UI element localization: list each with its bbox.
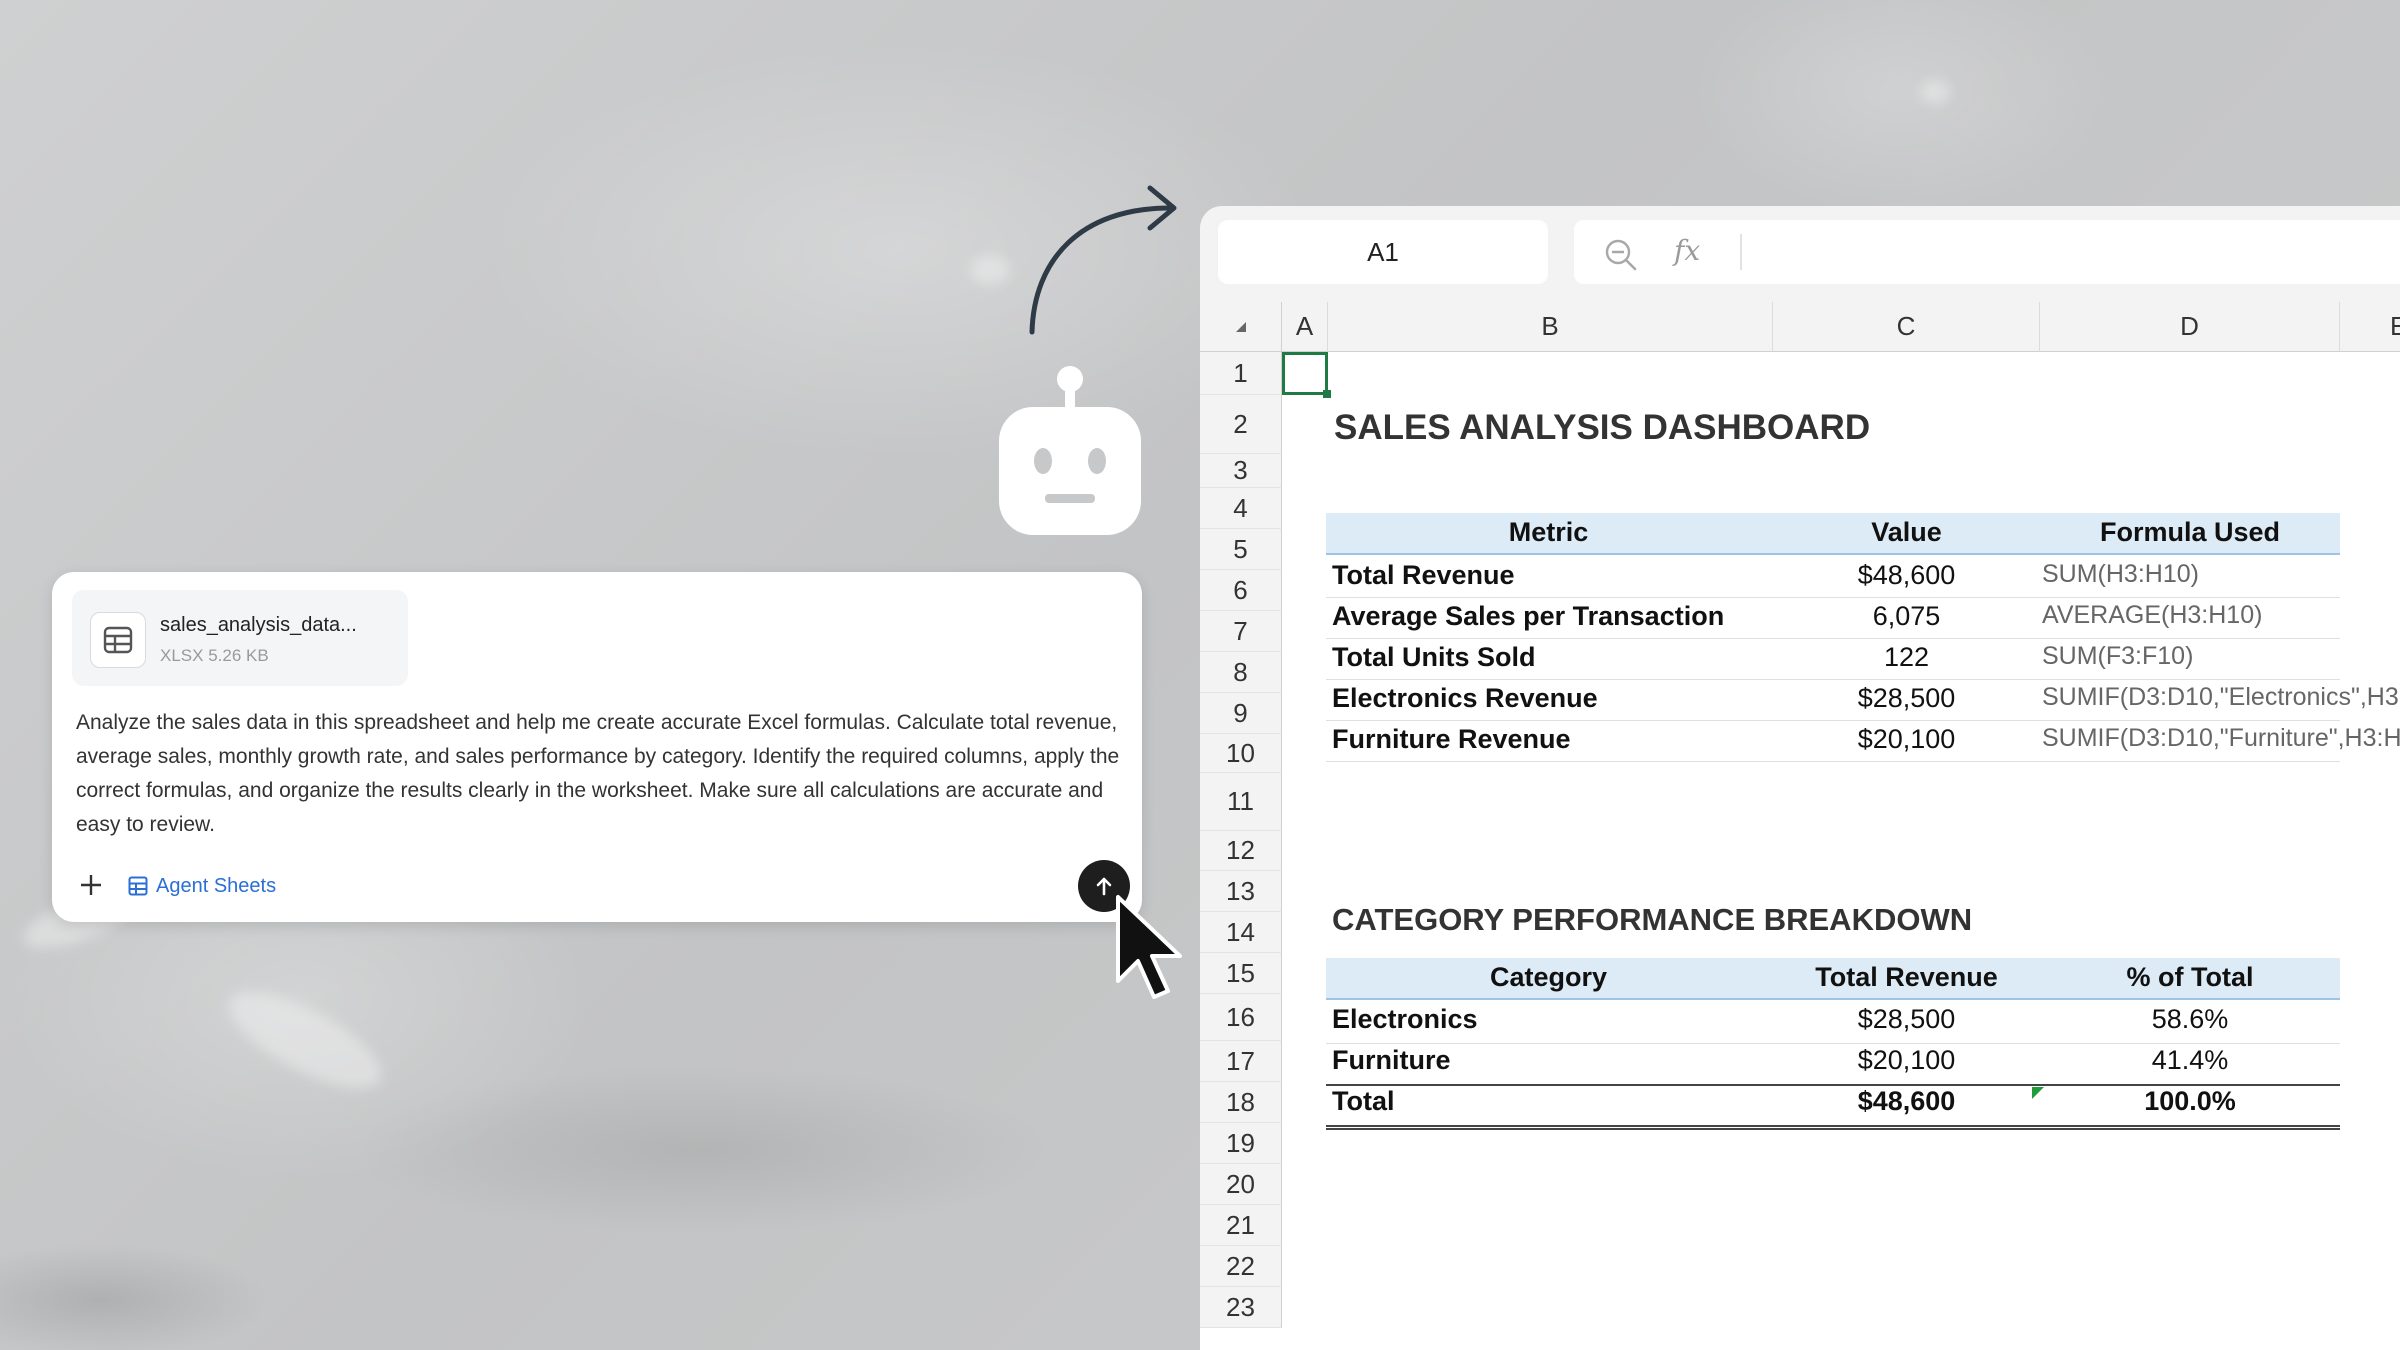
- metrics-header-formula: Formula Used: [2099, 517, 2281, 547]
- spreadsheet-file-icon: [90, 612, 146, 668]
- category-cell[interactable]: Furniture: [1332, 1045, 1451, 1076]
- metric-value-cell[interactable]: $48,600: [1773, 560, 2040, 591]
- zoom-out-icon[interactable]: [1604, 238, 1638, 272]
- category-header-pct: % of Total: [2126, 962, 2254, 992]
- row-header-13[interactable]: 13: [1200, 871, 1282, 912]
- metric-formula-cell[interactable]: SUM(H3:H10): [2042, 560, 2400, 589]
- category-pct-cell[interactable]: 58.6%: [2040, 1004, 2340, 1035]
- row-header-22[interactable]: 22: [1200, 1246, 1282, 1287]
- column-header-e[interactable]: E: [2340, 302, 2400, 352]
- file-attachment[interactable]: sales_analysis_data... XLSX 5.26 KB: [72, 590, 408, 686]
- row-divider: [1326, 597, 2340, 598]
- total-label-cell[interactable]: Total: [1332, 1086, 1395, 1117]
- fx-icon[interactable]: fx: [1674, 234, 1700, 267]
- agent-sheets-label: Agent Sheets: [156, 874, 277, 897]
- category-header-category: Category: [1489, 962, 1608, 992]
- selected-cell-a1[interactable]: [1282, 352, 1328, 395]
- metric-formula-cell[interactable]: SUMIF(D3:D10,"Electronics",H3:H10): [2042, 683, 2400, 712]
- row-header-7[interactable]: 7: [1200, 611, 1282, 652]
- row-header-23[interactable]: 23: [1200, 1287, 1282, 1328]
- row-header-17[interactable]: 17: [1200, 1041, 1282, 1082]
- metric-value-cell[interactable]: $20,100: [1773, 724, 2040, 755]
- row-divider: [1326, 679, 2340, 680]
- total-bottom-border: [1326, 1125, 2340, 1130]
- metric-name-cell[interactable]: Total Revenue: [1332, 560, 1772, 591]
- total-pct-cell[interactable]: 100.0%: [2040, 1086, 2340, 1117]
- fill-handle[interactable]: [1323, 390, 1331, 398]
- column-header-b[interactable]: B: [1328, 302, 1773, 352]
- metric-name-cell[interactable]: Total Units Sold: [1332, 642, 1772, 673]
- column-header-a[interactable]: A: [1282, 302, 1328, 352]
- robot-icon: [999, 366, 1141, 535]
- metric-value-cell[interactable]: 122: [1773, 642, 2040, 673]
- attachment-meta: XLSX 5.26 KB: [160, 646, 269, 665]
- category-revenue-cell[interactable]: $20,100: [1773, 1045, 2040, 1076]
- row-header-12[interactable]: 12: [1200, 831, 1282, 871]
- curved-arrow-icon: [1029, 185, 1177, 335]
- spreadsheet-window: A1 fx A B C D E 1 2 3 4 5 6 7 8 9 10 11 12 13 14 15 16 1…: [1200, 206, 2400, 1350]
- metric-name-cell[interactable]: Average Sales per Transaction: [1332, 601, 1772, 632]
- row-header-2[interactable]: 2: [1200, 395, 1282, 454]
- row-header-19[interactable]: 19: [1200, 1123, 1282, 1164]
- dashboard-title: SALES ANALYSIS DASHBOARD: [1334, 408, 1871, 447]
- background-speck: [1920, 80, 1950, 104]
- row-header-6[interactable]: 6: [1200, 570, 1282, 611]
- category-cell[interactable]: Electronics: [1332, 1004, 1478, 1035]
- sheet-grid-icon: [128, 876, 148, 896]
- select-all-corner[interactable]: [1200, 302, 1282, 352]
- row-header-4[interactable]: 4: [1200, 488, 1282, 529]
- row-header-14[interactable]: 14: [1200, 912, 1282, 953]
- row-header-9[interactable]: 9: [1200, 693, 1282, 734]
- total-revenue-cell[interactable]: $48,600: [1773, 1086, 2040, 1117]
- agent-sheets-button[interactable]: Agent Sheets: [128, 872, 276, 900]
- mouse-pointer-icon: [1116, 895, 1182, 999]
- row-header-8[interactable]: 8: [1200, 652, 1282, 693]
- row-divider: [1326, 761, 2340, 762]
- row-header-16[interactable]: 16: [1200, 994, 1282, 1041]
- category-header-revenue: Total Revenue: [1815, 962, 1998, 992]
- row-header-11[interactable]: 11: [1200, 773, 1282, 831]
- row-divider: [1326, 720, 2340, 721]
- background-speck: [970, 255, 1010, 285]
- metric-name-cell[interactable]: Furniture Revenue: [1332, 724, 1772, 755]
- formula-bar[interactable]: fx: [1574, 220, 2400, 284]
- category-revenue-cell[interactable]: $28,500: [1773, 1004, 2040, 1035]
- sheet-grid: A B C D E 1 2 3 4 5 6 7 8 9 10 11 12 13 14 15 16 17 18 19 2…: [1200, 302, 2400, 1350]
- metrics-header-value: Value: [1871, 517, 1942, 547]
- category-section-title: CATEGORY PERFORMANCE BREAKDOWN: [1332, 902, 1973, 937]
- attachment-filename: sales_analysis_data...: [160, 614, 357, 636]
- row-header-21[interactable]: 21: [1200, 1205, 1282, 1246]
- row-header-3[interactable]: 3: [1200, 454, 1282, 488]
- row-header-10[interactable]: 10: [1200, 734, 1282, 773]
- row-header-1[interactable]: 1: [1200, 352, 1282, 395]
- category-pct-cell[interactable]: 41.4%: [2040, 1045, 2340, 1076]
- metric-formula-cell[interactable]: AVERAGE(H3:H10): [2042, 601, 2400, 630]
- metric-formula-cell[interactable]: SUMIF(D3:D10,"Furniture",H3:H10): [2042, 724, 2400, 753]
- metric-value-cell[interactable]: $28,500: [1773, 683, 2040, 714]
- column-header-c[interactable]: C: [1773, 302, 2040, 352]
- metric-formula-cell[interactable]: SUM(F3:F10): [2042, 642, 2400, 671]
- row-header-5[interactable]: 5: [1200, 529, 1282, 570]
- chat-composer: sales_analysis_data... XLSX 5.26 KB Anal…: [52, 572, 1142, 922]
- row-header-20[interactable]: 20: [1200, 1164, 1282, 1205]
- prompt-text[interactable]: Analyze the sales data in this spreadshe…: [76, 706, 1126, 842]
- name-box[interactable]: A1: [1218, 220, 1548, 284]
- row-divider: [1326, 638, 2340, 639]
- metric-value-cell[interactable]: 6,075: [1773, 601, 2040, 632]
- row-header-18[interactable]: 18: [1200, 1082, 1282, 1123]
- metric-name-cell[interactable]: Electronics Revenue: [1332, 683, 1772, 714]
- column-header-d[interactable]: D: [2040, 302, 2340, 352]
- metrics-header-metric: Metric: [1508, 517, 1589, 547]
- row-divider: [1326, 1043, 2340, 1044]
- formula-bar-separator: [1740, 234, 1742, 270]
- row-header-15[interactable]: 15: [1200, 953, 1282, 994]
- plus-icon[interactable]: [76, 870, 106, 900]
